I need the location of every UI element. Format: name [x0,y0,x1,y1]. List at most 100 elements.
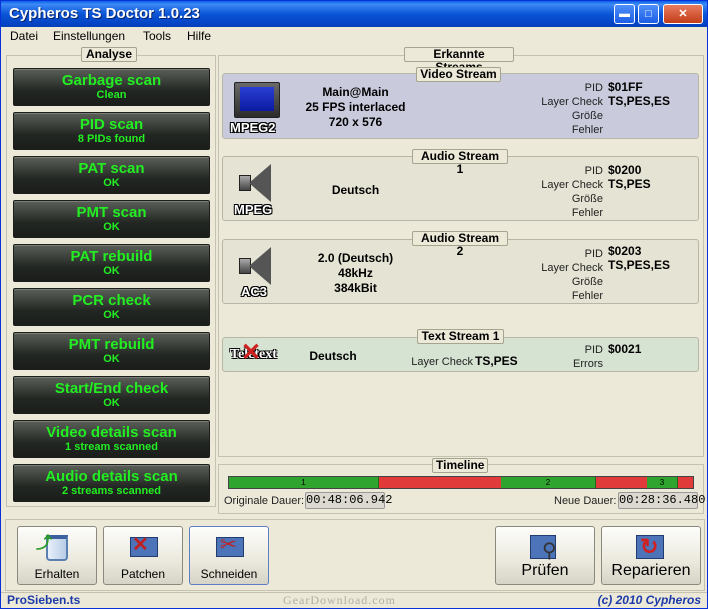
text-layer-label: Layer Check [411,356,473,368]
audio-2-bitrate: 384kBit [334,281,377,295]
layer-check-value: TS,PES,ES [608,94,671,108]
analyse-title: Analyse [81,47,137,62]
app-window: Cypheros TS Doctor 1.0.23 ▬ □ ✕ Datei Ei… [0,0,708,609]
pcr-check-button[interactable]: PCR check OK [13,288,210,326]
video-stream-box[interactable]: MPEG2 Main@Main 25 FPS interlaced 720 x … [222,73,699,139]
errors-label: Fehler [571,124,603,136]
video-values: $01FF TS,PES,ES [608,80,670,108]
menu-einstellungen[interactable]: Einstellungen [53,29,125,43]
teletext-icon: Teletext ✕ [230,339,277,366]
timeline-segment: 2 [501,477,596,488]
button-label: PMT rebuild [68,336,155,353]
layer-check-label: Layer Check [541,179,603,191]
button-label: PAT scan [78,160,145,177]
button-status: OK [103,221,120,233]
repair-film-icon: ↻ [634,533,670,563]
recycle-bin-icon: ⤴ [36,535,68,561]
size-label: Größe [571,193,603,205]
close-button[interactable]: ✕ [663,4,703,24]
minimize-button[interactable]: ▬ [614,4,635,24]
button-label: Audio details scan [45,468,178,485]
audio-2-samplerate: 48kHz [338,266,373,280]
scissors-icon: ✂ [214,533,246,561]
reparieren-label: Reparieren [611,562,691,579]
video-resolution: 720 x 576 [328,115,383,129]
layer-check-value: TS,PES,ES [608,258,671,272]
errors-label: Fehler [571,290,603,302]
audio-details-scan-button[interactable]: Audio details scan 2 streams scanned [13,464,210,502]
button-label: PMT scan [76,204,147,221]
status-filename: ProSieben.ts [7,593,81,607]
pid-scan-button[interactable]: PID scan 8 PIDs found [13,112,210,150]
schneiden-button[interactable]: ✂ Schneiden [189,526,269,585]
video-profile: Main@Main [322,85,389,99]
pid-label: PID [584,165,603,177]
pid-label: PID [584,344,603,356]
title-bar[interactable]: Cypheros TS Doctor 1.0.23 ▬ □ ✕ [1,1,707,27]
maximize-button[interactable]: □ [638,4,659,24]
patchen-label: Patchen [120,567,166,581]
audio-1-language: Deutsch [331,183,380,197]
menu-bar: Datei Einstellungen Tools Hilfe [1,27,707,45]
garbage-scan-button[interactable]: Garbage scan Clean [13,68,210,106]
audio-2-codec: AC3 [241,284,268,299]
audio-1-values: $0200 TS,PES [608,163,651,191]
audio-stream-2-title: Audio Stream 2 [412,231,508,258]
video-info: Main@Main 25 FPS interlaced 720 x 576 [293,85,418,130]
audio-2-labels: PID Layer Check Größe Fehler [523,247,603,303]
reparieren-button[interactable]: ↻ Reparieren [601,526,701,585]
menu-tools[interactable]: Tools [143,29,171,43]
new-duration-value: 00:28:36.480 [618,492,706,509]
pat-scan-button[interactable]: PAT scan OK [13,156,210,194]
size-label: Größe [571,276,603,288]
patchen-button[interactable]: ✕ Patchen [103,526,183,585]
monitor-icon [234,82,280,118]
streams-title: Erkannte Streams [404,47,514,74]
button-label: Video details scan [46,424,177,441]
pruefen-label: Prüfen [521,562,569,579]
button-status: 8 PIDs found [77,133,146,145]
button-label: PCR check [72,292,151,309]
audio-2-channels: 2.0 (Deutsch) [317,251,394,265]
button-label: Garbage scan [61,72,162,89]
video-details-scan-button[interactable]: Video details scan 1 stream scanned [13,420,210,458]
pmt-scan-button[interactable]: PMT scan OK [13,200,210,238]
magnifier-film-icon: ⚲ [528,533,564,563]
button-label: Start/End check [54,380,169,397]
menu-hilfe[interactable]: Hilfe [187,29,211,43]
pid-value: $0203 [608,244,642,258]
audio-stream-1-title: Audio Stream 1 [412,149,508,176]
menu-datei[interactable]: Datei [10,29,38,43]
timeline-segment: 1 [229,477,379,488]
timeline-bar[interactable]: 1 2 3 [228,476,694,489]
schneiden-label: Schneiden [200,567,258,581]
button-status: OK [103,353,120,365]
errors-label: Fehler [571,207,603,219]
erhalten-label: Erhalten [34,567,80,581]
button-status: Clean [96,89,127,101]
text-layer-value: TS,PES [475,354,518,368]
audio-1-codec: MPEG [234,202,273,217]
video-codec: MPEG2 [230,120,276,135]
button-status: OK [103,177,120,189]
speaker-icon [239,246,275,286]
text-labels: PID Errors [523,343,603,371]
button-label: PAT rebuild [70,248,153,265]
pmt-rebuild-button[interactable]: PMT rebuild OK [13,332,210,370]
audio-2-values: $0203 TS,PES,ES [608,244,670,272]
text-values: $0021 [608,342,641,356]
audio-1-labels: PID Layer Check Größe Fehler [523,164,603,220]
new-duration-label: Neue Dauer: [554,495,617,507]
pat-rebuild-button[interactable]: PAT rebuild OK [13,244,210,282]
patch-tools-icon: ✕ [128,533,160,561]
start-end-check-button[interactable]: Start/End check OK [13,376,210,414]
timeline-segment: 3 [647,477,678,488]
watermark: GearDownload.com [283,593,396,607]
layer-check-label: Layer Check [541,96,603,108]
button-status: OK [103,309,120,321]
video-labels: PID Layer Check Größe Fehler [523,81,603,137]
pid-label: PID [584,248,603,260]
errors-label: Errors [573,358,603,370]
erhalten-button[interactable]: ⤴ Erhalten [17,526,97,585]
pruefen-button[interactable]: ⚲ Prüfen [495,526,595,585]
